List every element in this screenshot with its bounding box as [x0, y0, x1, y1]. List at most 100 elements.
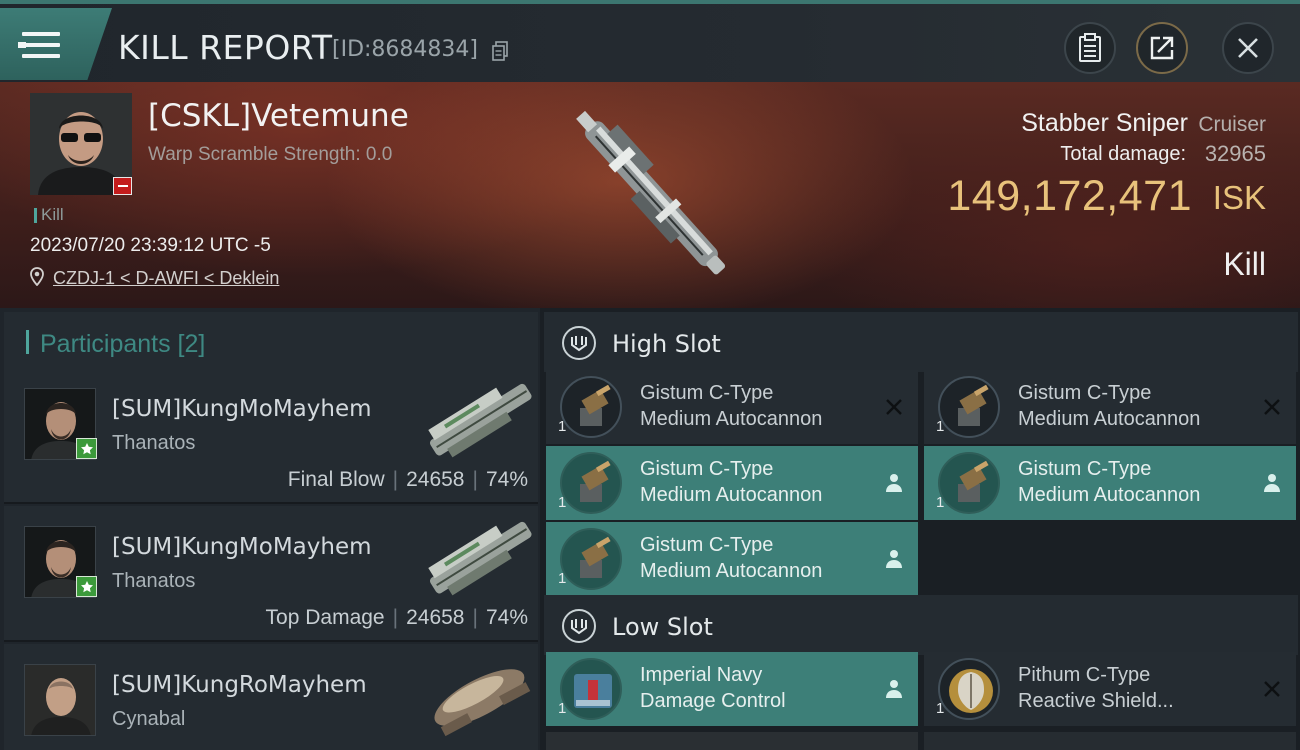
friendly-star-icon	[76, 576, 97, 597]
warp-scramble-strength: Warp Scramble Strength: 0.0	[148, 144, 393, 165]
dropped-person-icon	[886, 474, 902, 492]
victim-ship-name: Stabber Sniper	[1021, 109, 1188, 137]
module-name-line2: Medium Autocannon	[640, 408, 823, 430]
kill-tag: Kill	[34, 205, 64, 225]
module-quantity: 1	[558, 494, 567, 511]
menu-tab[interactable]	[0, 8, 112, 80]
module-name-line1: Gistum C-Type	[640, 382, 774, 404]
participant-name: [SUM]KungMoMayhem	[112, 396, 372, 422]
share-icon	[1150, 36, 1174, 60]
module-name-line1: Pithum C-Type	[1018, 664, 1151, 686]
participant-percent: 74%	[485, 468, 528, 491]
high-slot-icon	[562, 326, 596, 360]
autocannon-icon	[560, 376, 622, 438]
participant-damage: 24658	[406, 468, 465, 491]
stats-divider: |	[472, 606, 478, 629]
damage-control-icon	[560, 658, 622, 720]
module-name-line1: Gistum C-Type	[640, 458, 774, 480]
top-bar: KILL REPORT [ID:8684834]	[0, 0, 1300, 82]
kill-report-screen: KILL REPORT [ID:8684834] [CSKL]Vetemune …	[0, 0, 1300, 750]
participant-row[interactable]: [SUM]KungMoMayhem Thanatos Final Blow | …	[4, 368, 538, 504]
dropped-person-icon	[886, 550, 902, 568]
stats-divider: |	[392, 468, 399, 491]
fitting-panel: High Slot 1 Gistum C-Type Medium Autocan…	[540, 308, 1300, 750]
report-id: [ID:8684834]	[332, 37, 478, 62]
low-slot-header: Low Slot	[544, 595, 1298, 655]
friendly-star-icon	[76, 438, 97, 459]
module-item-partial[interactable]	[546, 732, 918, 750]
module-name-line1: Gistum C-Type	[1018, 458, 1152, 480]
module-name-line1: Gistum C-Type	[640, 534, 774, 556]
location-link[interactable]: CZDJ-1 < D-AWFI < Deklein	[53, 268, 279, 289]
participant-stats: Final Blow | 24658 | 74%	[288, 468, 528, 492]
participants-header: Participants [2]	[4, 312, 538, 372]
clipboard-button[interactable]	[1064, 22, 1116, 74]
module-name-line2: Reactive Shield...	[1018, 690, 1174, 712]
high-slot-header: High Slot	[544, 312, 1298, 372]
participant-ship: Thanatos	[112, 432, 196, 454]
autocannon-icon	[560, 528, 622, 590]
module-item-partial[interactable]	[924, 732, 1296, 750]
module-name-line2: Medium Autocannon	[1018, 484, 1201, 506]
page-title: KILL REPORT	[118, 28, 333, 67]
victim-ship-class: Cruiser	[1198, 113, 1266, 136]
participant-ship-image	[434, 669, 531, 737]
module-quantity: 1	[936, 700, 945, 717]
dropped-person-icon	[886, 680, 902, 698]
module-item[interactable]: 1 Imperial Navy Damage Control	[546, 652, 918, 726]
participant-ship: Thanatos	[112, 570, 196, 592]
destroyed-x-icon	[1264, 399, 1280, 415]
module-name-line2: Medium Autocannon	[1018, 408, 1201, 430]
module-quantity: 1	[558, 700, 567, 717]
low-slot-icon	[562, 609, 596, 643]
module-quantity: 1	[558, 418, 567, 435]
participant-stats: Top Damage | 24658 | 74%	[266, 606, 528, 630]
low-slot-title: Low Slot	[612, 613, 713, 641]
module-item[interactable]: 1 Gistum C-Type Medium Autocannon	[546, 370, 918, 444]
module-name-line2: Medium Autocannon	[640, 484, 823, 506]
clipboard-icon	[1079, 33, 1101, 62]
isk-unit: ISK	[1212, 179, 1266, 216]
victim-name[interactable]: [CSKL]Vetemune	[148, 98, 409, 134]
participant-row[interactable]: [SUM]KungRoMayhem Cynabal	[4, 644, 538, 750]
isk-value: 149,172,471	[947, 172, 1192, 220]
participant-ship: Cynabal	[112, 708, 186, 730]
location-pin-icon	[30, 267, 44, 286]
participants-title: Participants [2]	[40, 330, 206, 358]
participant-ship-image	[428, 521, 532, 596]
module-item[interactable]: 1 Pithum C-Type Reactive Shield...	[924, 652, 1296, 726]
victim-ship-image[interactable]	[540, 86, 760, 304]
module-name-line1: Imperial Navy	[640, 664, 763, 686]
share-button[interactable]	[1136, 22, 1188, 74]
participant-name: [SUM]KungRoMayhem	[112, 672, 367, 698]
participant-percent: 74%	[485, 606, 528, 629]
total-damage-label: Total damage:	[1060, 143, 1186, 165]
module-quantity: 1	[558, 570, 567, 587]
kill-tag-label: Kill	[41, 205, 64, 224]
close-button[interactable]	[1222, 22, 1274, 74]
participant-label: Final Blow	[287, 468, 385, 491]
stats-divider: |	[472, 468, 478, 491]
stats-divider: |	[392, 606, 399, 629]
module-item[interactable]: 1 Gistum C-Type Medium Autocannon	[546, 446, 918, 520]
copy-icon[interactable]	[492, 41, 508, 61]
autocannon-icon	[938, 452, 1000, 514]
high-slot-title: High Slot	[612, 330, 721, 358]
participant-row[interactable]: [SUM]KungMoMayhem Thanatos Top Damage | …	[4, 506, 538, 642]
module-name-line2: Damage Control	[640, 690, 786, 712]
kill-datetime: 2023/07/20 23:39:12 UTC -5	[30, 235, 271, 256]
destroyed-x-icon	[886, 399, 902, 415]
module-item[interactable]: 1 Gistum C-Type Medium Autocannon	[924, 446, 1296, 520]
participant-label: Top Damage	[265, 606, 385, 629]
participant-ship-image	[428, 383, 532, 458]
menu-icon[interactable]	[18, 28, 64, 62]
module-item[interactable]: 1 Gistum C-Type Medium Autocannon	[546, 522, 918, 596]
module-name-line2: Medium Autocannon	[640, 560, 823, 582]
destroyed-x-icon	[1264, 681, 1280, 697]
shield-hardener-icon	[938, 658, 1000, 720]
participant-damage: 24658	[406, 606, 465, 629]
autocannon-icon	[938, 376, 1000, 438]
module-item[interactable]: 1 Gistum C-Type Medium Autocannon	[924, 370, 1296, 444]
total-damage-value: 32965	[1204, 141, 1266, 166]
dropped-person-icon	[1264, 474, 1280, 492]
